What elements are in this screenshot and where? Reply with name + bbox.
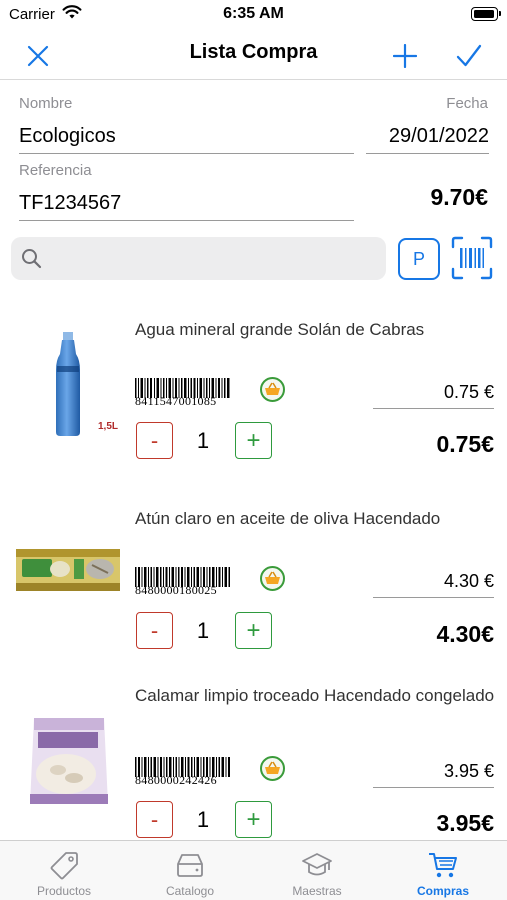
p-button[interactable]: P [398, 238, 440, 280]
item-name: Agua mineral grande Solán de Cabras [135, 320, 425, 339]
nombre-label: Nombre [19, 95, 73, 112]
plus-icon [393, 44, 417, 68]
add-button[interactable] [387, 38, 423, 74]
product-image [30, 718, 108, 804]
item-price[interactable]: 3.95 € [373, 761, 494, 788]
tab-maestras[interactable]: Maestras [254, 841, 380, 900]
referencia-field[interactable]: TF1234567 [19, 192, 354, 221]
clock: 6:35 AM [223, 5, 284, 22]
list-item[interactable]: 1,5L Agua mineral grande Solán de Cabras… [0, 318, 507, 503]
increase-quantity-button[interactable]: + [235, 422, 272, 459]
item-quantity: 1 [196, 618, 210, 643]
graduation-cap-icon [302, 853, 332, 876]
referencia-label: Referencia [19, 162, 92, 179]
tab-label: Catalogo [165, 884, 215, 898]
increase-quantity-button[interactable]: + [235, 801, 272, 838]
tab-productos[interactable]: Productos [1, 841, 127, 900]
battery-icon [471, 7, 501, 21]
increase-quantity-button[interactable]: + [235, 612, 272, 649]
product-image: 1,5L [56, 332, 122, 436]
item-subtotal: 3.95€ [436, 810, 494, 836]
fecha-field[interactable]: 29/01/2022 [366, 125, 489, 154]
tab-compras[interactable]: Compras [380, 841, 506, 900]
item-price[interactable]: 4.30 € [373, 571, 494, 598]
search-icon [22, 249, 42, 269]
barcode-scan-icon[interactable] [451, 236, 493, 280]
item-subtotal: 0.75€ [436, 431, 494, 457]
search-bar[interactable] [11, 237, 386, 280]
list-item[interactable]: Atún claro en aceite de oliva Hacendado … [0, 507, 507, 692]
item-name: Calamar limpio troceado Hacendado congel… [135, 686, 495, 705]
basket-icon [260, 566, 285, 591]
confirm-button[interactable] [451, 38, 487, 74]
nombre-field[interactable]: Ecologicos [19, 125, 354, 154]
item-price[interactable]: 0.75 € [373, 382, 494, 409]
search-input[interactable] [51, 243, 371, 273]
navigation-bar: Lista Compra [0, 30, 507, 80]
tab-label: Compras [416, 884, 469, 898]
barcode-number: 8480000180025 [135, 583, 217, 597]
tab-label: Productos [36, 884, 92, 898]
tab-bar: Productos Catalogo Maestras Compras [0, 840, 507, 900]
drive-icon [177, 854, 203, 877]
total-amount: 9.70€ [430, 184, 488, 210]
status-bar: Carrier 6:35 AM [0, 0, 507, 30]
cart-icon [429, 853, 457, 878]
checkmark-icon [456, 44, 482, 67]
basket-icon [260, 377, 285, 402]
item-quantity: 1 [196, 807, 210, 832]
page-title: Lista Compra [189, 41, 318, 63]
item-quantity: 1 [196, 428, 210, 453]
decrease-quantity-button[interactable]: - [136, 612, 173, 649]
fecha-label: Fecha [446, 95, 488, 112]
item-name: Atún claro en aceite de oliva Hacendado [135, 509, 441, 528]
decrease-quantity-button[interactable]: - [136, 422, 173, 459]
product-image [16, 549, 120, 591]
barcode-number: 8480000242426 [135, 773, 217, 787]
tab-label: Maestras [292, 884, 342, 898]
item-subtotal: 4.30€ [436, 621, 494, 647]
barcode-number: 8411547001085 [135, 394, 217, 408]
tag-icon [50, 852, 78, 880]
tab-catalogo[interactable]: Catalogo [127, 841, 253, 900]
decrease-quantity-button[interactable]: - [136, 801, 173, 838]
basket-icon [260, 756, 285, 781]
size-tag: 1,5L [98, 421, 118, 432]
